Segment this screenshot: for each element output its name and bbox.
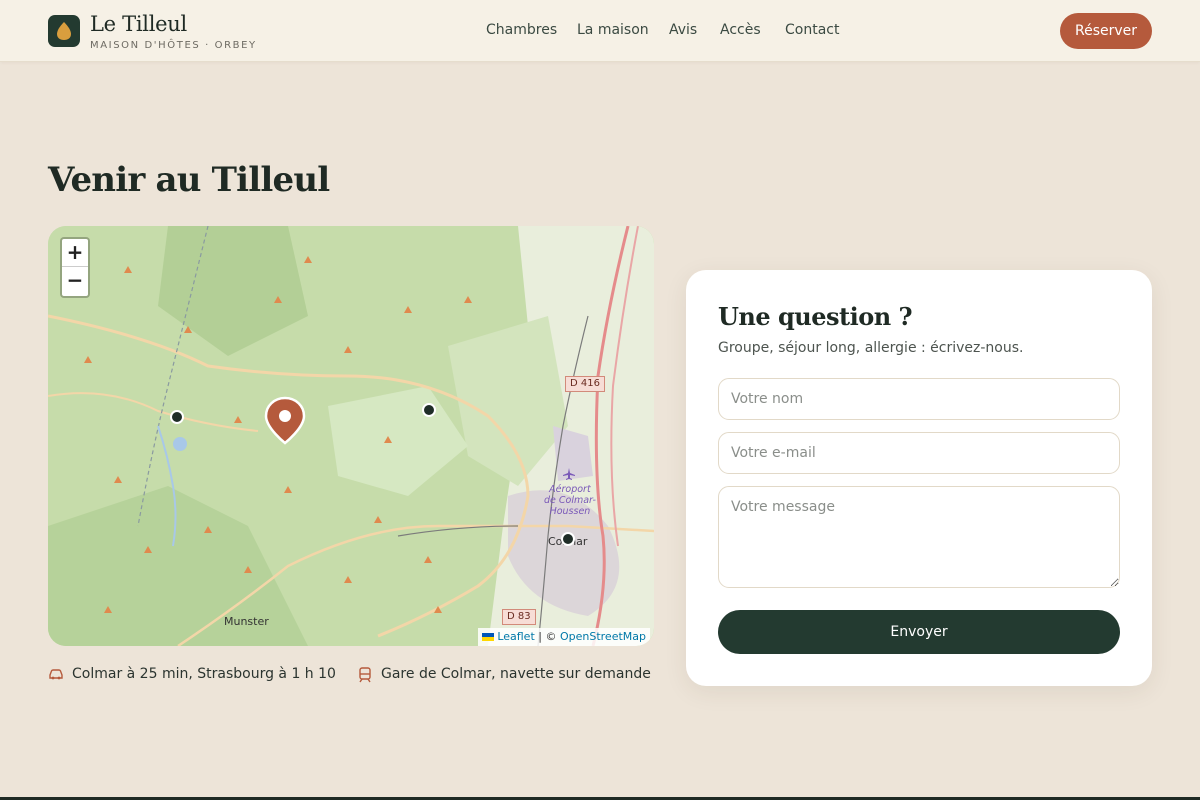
nav-acces[interactable]: Accès bbox=[720, 22, 761, 38]
message-textarea[interactable] bbox=[718, 486, 1120, 588]
nav-la-maison[interactable]: La maison bbox=[577, 22, 649, 38]
nav-contact[interactable]: Contact bbox=[785, 22, 839, 38]
logo[interactable] bbox=[48, 15, 80, 47]
contact-subtitle: Groupe, séjour long, allergie : écrivez-… bbox=[718, 340, 1024, 356]
map[interactable]: D 416 D 83 Aéroport de Colmar- Houssen C… bbox=[48, 226, 654, 646]
road-label-d416: D 416 bbox=[565, 376, 605, 392]
nav-avis[interactable]: Avis bbox=[669, 22, 697, 38]
map-tiles[interactable] bbox=[48, 226, 654, 646]
road-label-d83: D 83 bbox=[502, 609, 536, 625]
train-icon bbox=[359, 667, 371, 683]
site-header: Le Tilleul MAISON D'HÔTES · ORBEY Chambr… bbox=[0, 0, 1200, 62]
location-pin-icon[interactable] bbox=[264, 396, 306, 446]
attribution-separator: | © bbox=[534, 630, 560, 643]
airport-icon bbox=[563, 468, 575, 480]
info-text: Gare de Colmar, navette sur demande bbox=[381, 666, 651, 682]
airport-label: Aéroport de Colmar- Houssen bbox=[544, 484, 596, 517]
name-input[interactable] bbox=[718, 378, 1120, 420]
send-button[interactable]: Envoyer bbox=[718, 610, 1120, 654]
brand-name[interactable]: Le Tilleul bbox=[90, 12, 187, 36]
info-text: Colmar à 25 min, Strasbourg à 1 h 10 bbox=[72, 666, 336, 682]
leaf-icon bbox=[57, 22, 71, 40]
zoom-control: + − bbox=[60, 237, 90, 298]
map-attribution: Leaflet | © OpenStreetMap bbox=[478, 628, 650, 646]
map-marker[interactable] bbox=[421, 402, 437, 418]
map-marker[interactable] bbox=[560, 531, 576, 547]
page-title: Venir au Tilleul bbox=[48, 160, 330, 200]
car-icon bbox=[49, 669, 63, 680]
munster-label: Munster bbox=[224, 615, 269, 628]
leaflet-link[interactable]: Leaflet bbox=[497, 630, 534, 643]
reserve-button[interactable]: Réserver bbox=[1060, 13, 1152, 49]
zoom-in-button[interactable]: + bbox=[62, 239, 88, 267]
email-input[interactable] bbox=[718, 432, 1120, 474]
map-marker[interactable] bbox=[169, 409, 185, 425]
ukraine-flag-icon bbox=[482, 633, 495, 641]
zoom-out-button[interactable]: − bbox=[62, 267, 88, 295]
contact-title: Une question ? bbox=[718, 302, 913, 331]
brand-tagline: MAISON D'HÔTES · ORBEY bbox=[90, 40, 257, 51]
nav-chambres[interactable]: Chambres bbox=[486, 22, 557, 38]
contact-card: Une question ? Groupe, séjour long, alle… bbox=[686, 270, 1152, 686]
osm-link[interactable]: OpenStreetMap bbox=[560, 630, 646, 643]
